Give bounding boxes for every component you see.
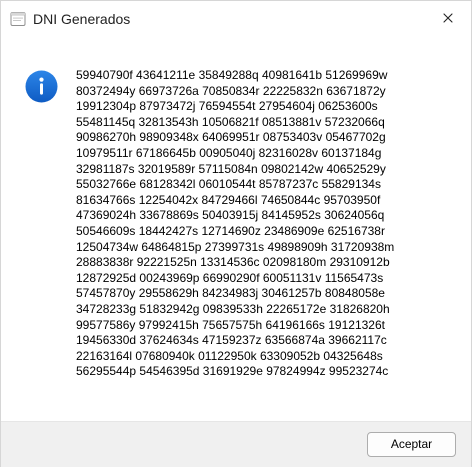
generated-dni-list: 59940790f 43641211e 35849288q 40981641b … bbox=[76, 68, 395, 379]
close-icon bbox=[443, 13, 453, 23]
title-bar: DNI Generados bbox=[1, 1, 471, 35]
dialog-content: 59940790f 43641211e 35849288q 40981641b … bbox=[1, 35, 471, 421]
window-title: DNI Generados bbox=[33, 11, 131, 27]
dialog-footer: Aceptar bbox=[1, 421, 471, 467]
window-icon bbox=[10, 12, 26, 26]
info-icon bbox=[25, 70, 58, 103]
accept-button[interactable]: Aceptar bbox=[367, 432, 456, 457]
close-button[interactable] bbox=[425, 1, 471, 35]
message-dialog: DNI Generados 59940790f 43641211e 358492… bbox=[0, 0, 472, 467]
